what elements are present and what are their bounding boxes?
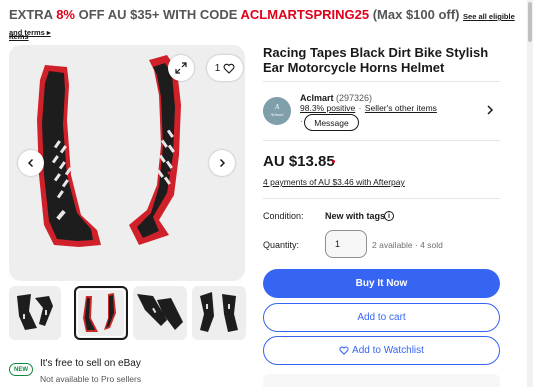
- message-seller-button[interactable]: Message: [304, 114, 359, 131]
- price-indicator: [332, 160, 335, 163]
- condition-label: Condition:: [263, 211, 304, 221]
- promo-prefix: EXTRA: [9, 7, 57, 22]
- info-icon[interactable]: i: [384, 211, 394, 221]
- seller-other-items-link[interactable]: Seller's other items: [365, 103, 437, 113]
- condition-value: New with tags: [325, 211, 386, 221]
- heart-icon: [223, 63, 235, 74]
- separator: ·: [358, 103, 362, 113]
- favorite-button[interactable]: 1: [207, 55, 243, 81]
- thumbnail-image: [137, 294, 183, 330]
- add-to-watchlist-label: Add to Watchlist: [352, 345, 424, 356]
- divider: [263, 198, 500, 199]
- svg-text:A: A: [274, 103, 280, 111]
- expand-icon: [175, 62, 187, 74]
- promo-terms-link-cont[interactable]: and terms ▸: [9, 28, 51, 37]
- afterpay-link[interactable]: 4 payments of AU $3.46 with Afterpay: [263, 177, 405, 187]
- seller-logo-text: Aclmart: [270, 112, 285, 117]
- thumbnail-image: [17, 294, 53, 330]
- thumbnail-strip: [9, 286, 249, 340]
- item-price: AU $13.85: [263, 153, 335, 170]
- sell-title[interactable]: It's free to sell on eBay: [40, 358, 141, 369]
- seller-logo-image: A Aclmart: [263, 97, 291, 125]
- thumbnail-image: [200, 292, 238, 332]
- add-to-watchlist-button[interactable]: Add to Watchlist: [263, 336, 500, 365]
- next-image-button[interactable]: [209, 150, 235, 176]
- item-title: Racing Tapes Black Dirt Bike Stylish Ear…: [263, 45, 489, 75]
- seller-name[interactable]: Aclmart: [300, 93, 334, 103]
- seller-positive-link[interactable]: 98.3% positive: [300, 103, 355, 113]
- chevron-left-icon: [27, 158, 34, 168]
- main-image-gallery[interactable]: 1: [9, 45, 245, 281]
- shipping-info-card: [263, 374, 500, 387]
- expand-image-button[interactable]: [168, 55, 194, 81]
- thumbnail-4[interactable]: [192, 286, 246, 340]
- seller-logo[interactable]: A Aclmart: [263, 97, 291, 125]
- promo-percent: 8%: [56, 7, 75, 22]
- seller-feedback-count: (297326): [336, 93, 373, 103]
- scrollbar-thumb[interactable]: [528, 2, 532, 42]
- buy-it-now-button[interactable]: Buy It Now: [263, 269, 500, 298]
- divider: [263, 81, 500, 82]
- seller-links: 98.3% positive · Seller's other items: [300, 103, 437, 113]
- thumbnail-image: [83, 293, 116, 332]
- quantity-input[interactable]: 1: [325, 230, 367, 258]
- thumbnail-1[interactable]: [9, 286, 61, 340]
- buy-it-now-label: Buy It Now: [355, 278, 408, 289]
- chevron-right-icon[interactable]: [485, 104, 495, 116]
- promo-suffix: (Max $100 off): [369, 7, 460, 22]
- new-badge: NEW: [9, 363, 33, 376]
- promo-middle: OFF AU $35+ WITH CODE: [75, 7, 241, 22]
- divider: [263, 140, 500, 141]
- availability-text: 2 available · 4 sold: [372, 240, 443, 250]
- promo-banner: EXTRA 8% OFF AU $35+ WITH CODE ACLMARTSP…: [9, 6, 529, 46]
- seller-info: Aclmart (297326): [300, 93, 372, 103]
- chevron-right-icon: [219, 158, 226, 168]
- thumbnail-3[interactable]: [133, 286, 187, 340]
- separator: ·: [300, 116, 303, 126]
- favorite-count: 1: [214, 62, 221, 74]
- add-to-cart-label: Add to cart: [357, 312, 406, 323]
- add-to-cart-button[interactable]: Add to cart: [263, 303, 500, 332]
- quantity-label: Quantity:: [263, 240, 300, 250]
- prev-image-button[interactable]: [18, 150, 44, 176]
- promo-code: ACLMARTSPRING25: [240, 7, 370, 22]
- scrollbar[interactable]: [527, 0, 533, 387]
- sell-subtitle: Not available to Pro sellers: [40, 374, 142, 384]
- heart-icon: [339, 346, 349, 355]
- thumbnail-2[interactable]: [74, 286, 128, 340]
